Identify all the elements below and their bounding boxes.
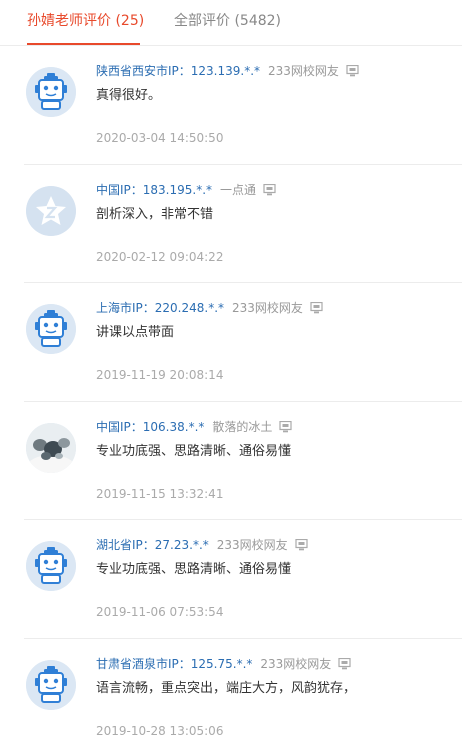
- reviewer-nickname: 233网校网友: [216, 538, 288, 552]
- reviewer-nickname: 233网校网友: [232, 301, 303, 315]
- review-meta: 上海市IP：220.248.*.* 233网校网友: [96, 300, 323, 317]
- review-content: 专业功底强、思路清晰、通俗易懂: [96, 562, 292, 577]
- report-icon[interactable]: [310, 302, 323, 314]
- reviewer-ip[interactable]: 上海市IP：220.248.*.*: [96, 301, 224, 315]
- default-star-avatar: [26, 185, 76, 236]
- review-content: 讲课以点带面: [96, 325, 175, 340]
- reviewer-nickname: 233网校网友: [268, 64, 339, 78]
- reviewer-ip[interactable]: 中国IP：106.38.*.*: [96, 420, 204, 434]
- review-time: 2019-11-15 13:32:41: [96, 486, 224, 501]
- tab-all-reviews[interactable]: 全部评价 (5482): [174, 11, 281, 31]
- review-content: 真得很好。: [96, 88, 162, 103]
- review-item: 陕西省西安市IP：123.139.*.* 233网校网友 真得很好。 2020-0…: [24, 46, 462, 165]
- review-item: 湖北省IP：27.23.*.* 233网校网友 专业功底强、思路清晰、通俗易懂 2…: [24, 520, 462, 639]
- report-icon[interactable]: [263, 183, 276, 196]
- review-meta: 甘肃省酒泉市IP：125.75.*.* 233网校网友: [96, 656, 351, 673]
- review-content: 剖析深入，非常不错: [96, 206, 214, 222]
- review-meta: 中国IP：106.38.*.* 散落的冰土: [96, 419, 293, 436]
- reviewer-ip[interactable]: 陕西省西安市IP：123.139.*.*: [96, 64, 260, 78]
- review-time: 2019-11-19 20:08:14: [96, 368, 224, 382]
- review-item: 中国IP：183.195.*.* 一点通 剖析深入，非常不错 2020-02-12…: [24, 165, 462, 283]
- review-list: 陕西省西安市IP：123.139.*.* 233网校网友 真得很好。 2020-0…: [0, 46, 462, 747]
- photo-avatar: [26, 422, 76, 473]
- active-tab-indicator: [27, 43, 140, 45]
- report-icon[interactable]: [279, 420, 293, 433]
- reviewer-ip[interactable]: 中国IP：183.195.*.*: [96, 183, 212, 197]
- review-meta: 陕西省西安市IP：123.139.*.* 233网校网友: [96, 63, 359, 80]
- review-time: 2020-03-04 14:50:50: [96, 131, 224, 145]
- tab-teacher-reviews[interactable]: 孙婧老师评价 (25): [27, 11, 144, 31]
- reviewer-nickname: 一点通: [220, 182, 257, 197]
- review-item: 甘肃省酒泉市IP：125.75.*.* 233网校网友 语言流畅，重点突出，端庄大…: [24, 639, 462, 747]
- review-tabs: 孙婧老师评价 (25) 全部评价 (5482): [0, 0, 462, 46]
- reviewer-nickname: 233网校网友: [260, 656, 332, 671]
- report-icon[interactable]: [346, 65, 359, 77]
- reviewer-nickname: 散落的冰土: [212, 419, 273, 434]
- review-time: 2020-02-12 09:04:22: [96, 249, 224, 264]
- review-content: 语言流畅，重点突出，端庄大方，风韵犹存，: [96, 680, 357, 696]
- review-item: 中国IP：106.38.*.* 散落的冰土 专业功底强、思路清晰、通俗易懂 201…: [24, 402, 462, 520]
- robot-avatar: [26, 659, 76, 710]
- review-content: 专业功底强、思路清晰、通俗易懂: [96, 443, 292, 459]
- robot-avatar: [26, 67, 76, 117]
- report-icon[interactable]: [295, 539, 308, 551]
- robot-avatar: [26, 304, 76, 354]
- review-meta: 湖北省IP：27.23.*.* 233网校网友: [96, 537, 308, 554]
- robot-avatar: [26, 541, 76, 591]
- reviewer-ip[interactable]: 甘肃省酒泉市IP：125.75.*.*: [96, 657, 252, 671]
- report-icon[interactable]: [338, 657, 351, 670]
- reviewer-ip[interactable]: 湖北省IP：27.23.*.*: [96, 538, 209, 552]
- review-time: 2019-10-28 13:05:06: [96, 723, 224, 738]
- review-time: 2019-11-06 07:53:54: [96, 605, 224, 619]
- review-meta: 中国IP：183.195.*.* 一点通: [96, 182, 276, 199]
- review-item: 上海市IP：220.248.*.* 233网校网友 讲课以点带面 2019-11-…: [24, 283, 462, 402]
